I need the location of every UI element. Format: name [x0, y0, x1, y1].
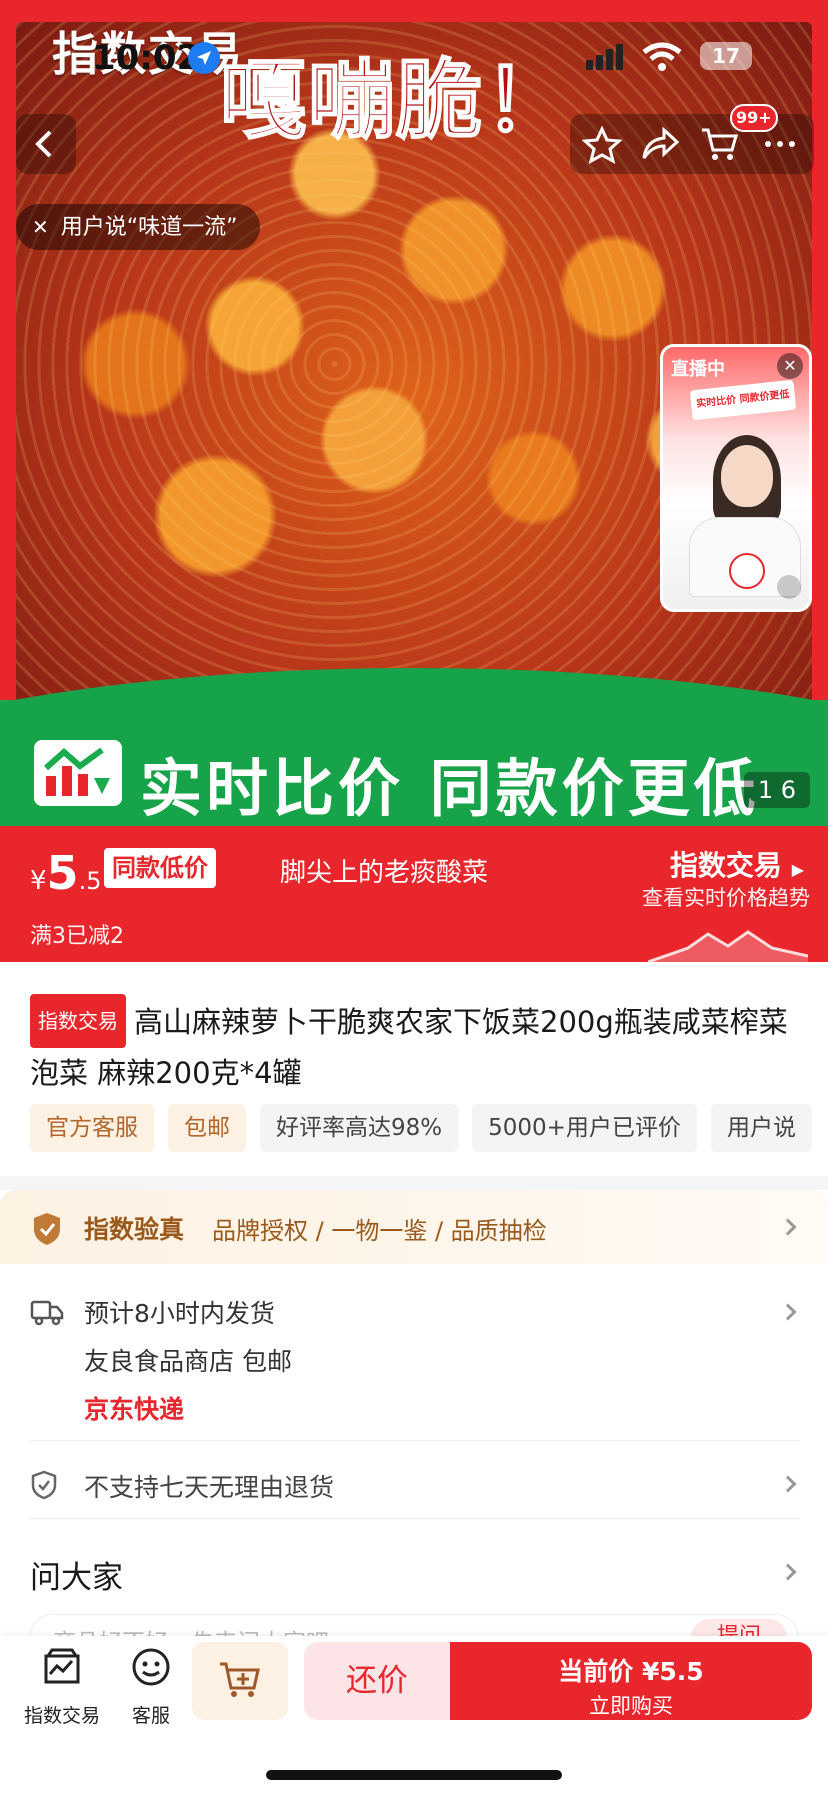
- live-stream-card[interactable]: 实时比价 同款价更低 直播中 ✕: [660, 344, 812, 612]
- share-icon[interactable]: [640, 126, 680, 162]
- index-trade-badge: 指数交易: [30, 994, 126, 1048]
- customer-service-tab[interactable]: 客服: [116, 1646, 186, 1728]
- return-policy-text: 不支持七天无理由退货: [84, 1473, 335, 1502]
- carrier-label: 京东快递: [84, 1395, 185, 1424]
- live-close-icon[interactable]: ✕: [777, 353, 803, 379]
- shop-chart-icon: [44, 1648, 80, 1684]
- price-currency: ¥: [30, 866, 47, 896]
- image-headline: 嘎嘣脆！: [219, 49, 572, 152]
- product-tags: 官方客服 包邮 好评率高达98% 5000+用户已评价 用户说: [30, 1104, 828, 1152]
- add-to-cart-button[interactable]: [192, 1642, 288, 1720]
- buy-now-button[interactable]: 当前价 ¥5.5 立即购买: [450, 1642, 812, 1720]
- low-price-tag: 同款低价: [104, 848, 216, 888]
- location-arrow-icon: [188, 42, 220, 74]
- top-action-group: [570, 114, 814, 174]
- battery-indicator: 17: [700, 42, 752, 70]
- chevron-right-icon: [779, 1563, 797, 1581]
- chevron-right-icon: [779, 1475, 797, 1493]
- cart-count-badge: 99+: [730, 104, 778, 132]
- bargain-button[interactable]: 还价: [304, 1642, 450, 1720]
- status-time: 10:02: [92, 38, 201, 78]
- buy-current-price: 当前价 ¥5.5: [558, 1657, 704, 1686]
- price-decimal: .5: [78, 867, 102, 895]
- price-slogan: 脚尖上的老痰酸菜: [280, 858, 489, 888]
- section-gap: [0, 1176, 828, 1190]
- user-quote-text: 用户说“味道一流”: [60, 215, 238, 240]
- triangle-right-icon: ▶: [791, 860, 804, 879]
- shield-check-icon: [31, 1470, 57, 1500]
- customer-service-label: 客服: [131, 1705, 170, 1727]
- tag-free-shipping[interactable]: 包邮: [168, 1104, 246, 1152]
- tag-official-service[interactable]: 官方客服: [30, 1104, 154, 1152]
- product-image-gallery[interactable]: 指数交易 嘎嘣脆！ 实时比价 同款价更低 1 6 10:02 17 99+ ✕ …: [0, 0, 828, 826]
- live-label: 直播中: [671, 359, 725, 380]
- wifi-icon: [642, 42, 682, 76]
- image-page-counter: 1 6: [743, 772, 810, 808]
- price-integer: 5: [46, 846, 79, 900]
- shipping-row[interactable]: 预计8小时内发货 友良食品商店 包邮 京东快递: [0, 1282, 828, 1442]
- live-panel-text: 实时比价 同款价更低: [689, 379, 797, 421]
- price-bar: ¥5.5 同款低价 脚尖上的老痰酸菜 指数交易 ▶ 查看实时价格趋势 满3已减2: [0, 826, 828, 962]
- promo-text: 满3已减2: [30, 924, 124, 949]
- tag-positive-rate[interactable]: 好评率高达98%: [260, 1104, 459, 1152]
- index-trade-tab[interactable]: 指数交易: [22, 1646, 102, 1728]
- buy-now-label: 立即购买: [589, 1694, 673, 1718]
- chevron-right-icon: [779, 1303, 797, 1321]
- product-title-block: 指数交易 高山麻辣萝卜干脆爽农家下饭菜200g瓶装咸菜榨菜泡菜 麻辣200克*4罐: [30, 994, 800, 1098]
- divider: [30, 1518, 800, 1519]
- price-trend-wave-icon: [648, 930, 808, 962]
- return-policy-row[interactable]: 不支持七天无理由退货: [0, 1450, 828, 1520]
- tag-user-says[interactable]: 用户说: [710, 1104, 812, 1152]
- divider: [30, 1440, 800, 1441]
- index-trade-title: 指数交易: [669, 849, 782, 882]
- user-quote-pill[interactable]: ✕ 用户说“味道一流”: [16, 204, 260, 250]
- verify-title: 指数验真: [84, 1215, 185, 1244]
- authenticity-row[interactable]: 指数验真 品牌授权 / 一物一鉴 / 品质抽检: [0, 1190, 828, 1264]
- truck-icon: [30, 1300, 64, 1326]
- verify-shield-icon: [34, 1213, 60, 1245]
- product-title-text: 高山麻辣萝卜干脆爽农家下饭菜200g瓶装咸菜榨菜泡菜 麻辣200克*4罐: [30, 1005, 788, 1090]
- green-band-text: 实时比价 同款价更低: [140, 752, 760, 825]
- index-trade-link[interactable]: 指数交易 ▶: [670, 844, 804, 884]
- close-icon[interactable]: ✕: [32, 215, 49, 239]
- tag-review-count[interactable]: 5000+用户已评价: [472, 1104, 697, 1152]
- mute-icon[interactable]: [777, 575, 801, 599]
- chevron-right-icon: [779, 1218, 797, 1236]
- index-trade-tab-label: 指数交易: [23, 1705, 100, 1727]
- mascot-icon: [729, 553, 765, 589]
- back-button[interactable]: [16, 114, 76, 174]
- cellular-signal-icon: [586, 44, 626, 74]
- current-price: ¥5.5: [30, 846, 101, 900]
- price-trend-link[interactable]: 查看实时价格趋势: [642, 882, 810, 912]
- smile-chat-icon: [132, 1648, 170, 1686]
- product-title[interactable]: 指数交易 高山麻辣萝卜干脆爽农家下饭菜200g瓶装咸菜榨菜泡菜 麻辣200克*4罐: [30, 994, 800, 1098]
- favorite-star-icon[interactable]: [582, 126, 622, 164]
- presenter-face: [721, 445, 773, 507]
- verify-items: 品牌授权 / 一物一鉴 / 品质抽检: [212, 1217, 547, 1245]
- cart-plus-icon: [220, 1662, 260, 1697]
- shipping-eta: 预计8小时内发货: [84, 1299, 275, 1328]
- ask-everyone-title[interactable]: 问大家: [30, 1552, 123, 1597]
- home-indicator[interactable]: [266, 1770, 562, 1780]
- cart-icon[interactable]: [700, 126, 740, 162]
- chart-logo-icon: [34, 740, 122, 806]
- shop-shipping: 友良食品商店 包邮: [84, 1347, 292, 1376]
